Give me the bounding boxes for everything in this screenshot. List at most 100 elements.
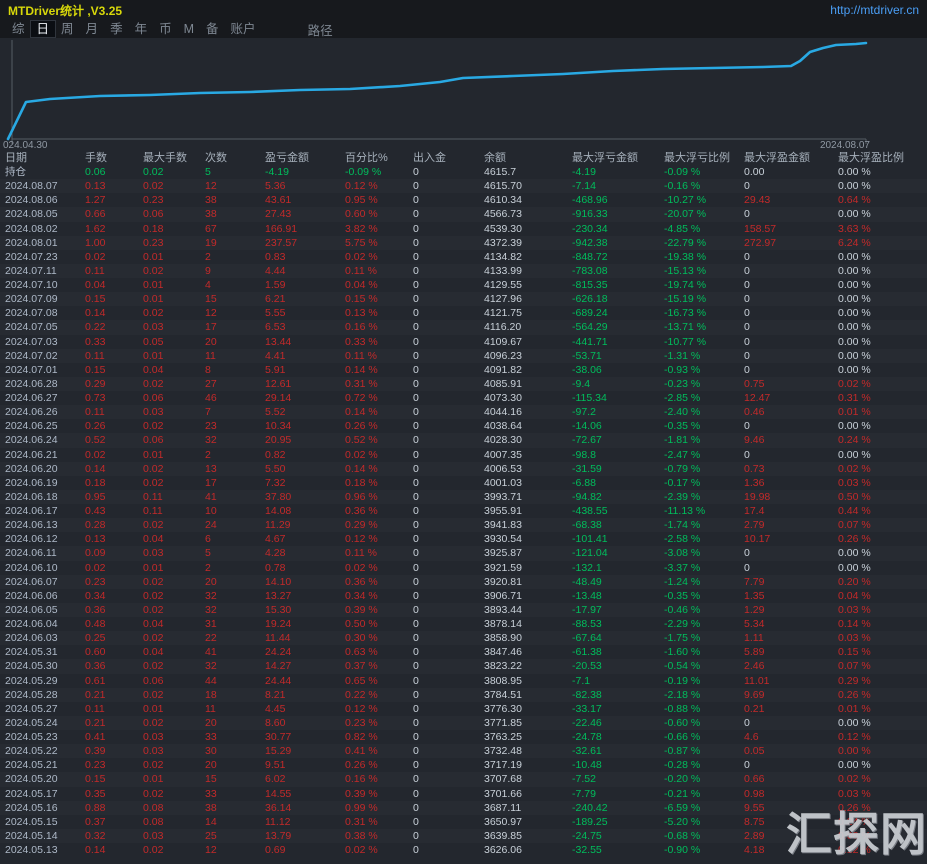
cell: 0.23: [85, 575, 106, 588]
table-row[interactable]: 2024.06.05 0.36 0.02 32 15.30 0.39 % 0 3893.44 -…: [0, 603, 927, 617]
table-row[interactable]: 2024.06.19 0.18 0.02 17 7.32 0.18 % 0 4001.03 -6…: [0, 476, 927, 490]
menu-item-日[interactable]: 日: [30, 21, 56, 37]
column-header[interactable]: 出入金: [413, 151, 484, 165]
menu-bar: 综日周月季年币 M 备账户 路径: [0, 20, 927, 38]
table-row[interactable]: 2024.06.06 0.34 0.02 32 13.27 0.34 % 0 3906.71 -…: [0, 589, 927, 603]
cell: 0.02 %: [838, 377, 871, 390]
table-row[interactable]: 2024.07.23 0.02 0.01 2 0.83 0.02 % 0 4134.82 -84…: [0, 250, 927, 264]
table-row[interactable]: 2024.07.02 0.11 0.01 11 4.41 0.11 % 0 4096.23 -5…: [0, 349, 927, 363]
column-header[interactable]: 日期: [5, 151, 85, 165]
table-row[interactable]: 2024.06.11 0.09 0.03 5 4.28 0.11 % 0 3925.87 -12…: [0, 546, 927, 560]
site-url-link[interactable]: http://mtdriver.cn: [830, 3, 919, 17]
cell: 0: [413, 688, 419, 701]
table-row[interactable]: 2024.06.13 0.28 0.02 24 11.29 0.29 % 0 3941.83 -…: [0, 518, 927, 532]
table-row[interactable]: 2024.05.22 0.39 0.03 30 15.29 0.41 % 0 3732.48 -…: [0, 744, 927, 758]
table-row[interactable]: 2024.05.17 0.35 0.02 33 14.55 0.39 % 0 3701.66 -…: [0, 787, 927, 801]
table-row[interactable]: 2024.05.13 0.14 0.02 12 0.69 0.02 % 0 3626.06 -3…: [0, 843, 927, 857]
column-header[interactable]: 盈亏金额: [265, 151, 345, 165]
cell: 0: [413, 392, 419, 404]
cell: 33: [205, 787, 217, 800]
menu-item-M[interactable]: M: [178, 21, 200, 37]
cell: 20: [205, 759, 217, 772]
column-header[interactable]: 余额: [484, 151, 572, 165]
cell: 1.11: [744, 632, 764, 645]
cell: 4091.82: [484, 363, 522, 376]
table-row[interactable]: 2024.06.18 0.95 0.11 41 37.80 0.96 % 0 3993.71 -…: [0, 490, 927, 504]
table-row[interactable]: 2024.05.24 0.21 0.02 20 8.60 0.23 % 0 3771.85 -2…: [0, 716, 927, 730]
cell: -97.2: [572, 406, 596, 419]
cell: 22: [205, 632, 217, 645]
cell: -68.38: [572, 519, 602, 532]
table-row[interactable]: 2024.06.24 0.52 0.06 32 20.95 0.52 % 0 4028.30 -…: [0, 433, 927, 447]
table-row[interactable]: 2024.05.15 0.37 0.08 14 11.12 0.31 % 0 3650.97 -…: [0, 815, 927, 829]
table-row[interactable]: 2024.06.20 0.14 0.02 13 5.50 0.14 % 0 4006.53 -3…: [0, 462, 927, 476]
menu-item-币[interactable]: 币: [153, 21, 178, 37]
menu-item-周[interactable]: 周: [55, 21, 80, 37]
table-row[interactable]: 2024.07.11 0.11 0.02 9 4.44 0.11 % 0 4133.99 -78…: [0, 264, 927, 278]
table-row[interactable]: 2024.07.01 0.15 0.04 8 5.91 0.14 % 0 4091.82 -38…: [0, 363, 927, 377]
column-header[interactable]: 最大浮盈金额: [744, 151, 838, 165]
cell: 0.28: [85, 519, 106, 532]
table-row[interactable]: 2024.08.07 0.13 0.02 12 5.36 0.12 % 0 4615.70 -7…: [0, 179, 927, 193]
table-row[interactable]: 2024.06.17 0.43 0.11 10 14.08 0.36 % 0 3955.91 -…: [0, 504, 927, 518]
table-row[interactable]: 2024.06.07 0.23 0.02 20 14.10 0.36 % 0 3920.81 -…: [0, 575, 927, 589]
cell: -0.19 %: [664, 674, 701, 687]
table-row[interactable]: 2024.05.30 0.36 0.02 32 14.27 0.37 % 0 3823.22 -…: [0, 659, 927, 673]
table-row[interactable]: 2024.06.25 0.26 0.02 23 10.34 0.26 % 0 4038.64 -…: [0, 419, 927, 433]
table-row[interactable]: 2024.05.31 0.60 0.04 41 24.24 0.63 % 0 3847.46 -…: [0, 645, 927, 659]
table-row[interactable]: 2024.06.04 0.48 0.04 31 19.24 0.50 % 0 3878.14 -…: [0, 617, 927, 631]
cell: 0.39 %: [345, 603, 378, 616]
path-label[interactable]: 路径: [308, 20, 333, 39]
cell: 6: [205, 533, 211, 546]
column-header[interactable]: 百分比%: [345, 151, 413, 165]
table-row[interactable]: 2024.08.01 1.00 0.23 19 237.57 5.75 % 0 4372.39…: [0, 236, 927, 250]
column-header[interactable]: 最大浮亏金额: [572, 151, 664, 165]
table-row[interactable]: 2024.07.09 0.15 0.01 15 6.21 0.15 % 0 4127.96 -6…: [0, 292, 927, 306]
table-row[interactable]: 2024.07.08 0.14 0.02 12 5.55 0.13 % 0 4121.75 -6…: [0, 306, 927, 320]
table-row[interactable]: 持仓 0.06 0.02 5 -4.19 -0.09 % 0 4615.7 -4.19 -0.09…: [0, 165, 927, 179]
cell: 37.80: [265, 490, 292, 503]
table-row[interactable]: 2024.07.03 0.33 0.05 20 13.44 0.33 % 0 4109.67 -…: [0, 335, 927, 349]
cell: 15.29: [265, 745, 292, 758]
cell: 0.50 %: [838, 490, 871, 503]
table-row[interactable]: 2024.05.20 0.15 0.01 15 6.02 0.16 % 0 3707.68 -7…: [0, 772, 927, 786]
table-row[interactable]: 2024.06.26 0.11 0.03 7 5.52 0.14 % 0 4044.16 -97…: [0, 405, 927, 419]
menu-item-季[interactable]: 季: [104, 21, 129, 37]
cell: 0.01: [143, 702, 164, 715]
column-header[interactable]: 最大手数: [143, 151, 205, 165]
table-row[interactable]: 2024.06.27 0.73 0.06 46 29.14 0.72 % 0 4073.30 -…: [0, 391, 927, 405]
table-row[interactable]: 2024.06.28 0.29 0.02 27 12.61 0.31 % 0 4085.91 -…: [0, 377, 927, 391]
column-header[interactable]: 次数: [205, 151, 265, 165]
cell: 4007.35: [484, 448, 522, 461]
cell: 0.02: [143, 476, 164, 489]
column-header[interactable]: 最大浮盈比例: [838, 151, 927, 165]
table-row[interactable]: 2024.08.02 1.62 0.18 67 166.91 3.82 % 0 4539.30…: [0, 222, 927, 236]
column-header[interactable]: 最大浮亏比例: [664, 151, 744, 165]
table-row[interactable]: 2024.06.10 0.02 0.01 2 0.78 0.02 % 0 3921.59 -13…: [0, 561, 927, 575]
cell: 2024.05.31: [5, 646, 58, 659]
table-row[interactable]: 2024.05.14 0.32 0.03 25 13.79 0.38 % 0 3639.85 -…: [0, 829, 927, 843]
table-row[interactable]: 2024.05.29 0.61 0.06 44 24.44 0.65 % 0 3808.95 -…: [0, 674, 927, 688]
column-header[interactable]: 手数: [85, 151, 143, 165]
menu-item-年[interactable]: 年: [129, 21, 154, 37]
cell: 0.03: [143, 731, 164, 743]
table-row[interactable]: 2024.06.03 0.25 0.02 22 11.44 0.30 % 0 3858.90 -…: [0, 631, 927, 645]
menu-item-备[interactable]: 备: [200, 21, 225, 37]
table-row[interactable]: 2024.05.23 0.41 0.03 33 30.77 0.82 % 0 3763.25 -…: [0, 730, 927, 744]
cell: 3930.54: [484, 533, 522, 546]
table-row[interactable]: 2024.05.16 0.88 0.08 38 36.14 0.99 % 0 3687.11 -…: [0, 801, 927, 815]
menu-item-综[interactable]: 综: [6, 21, 31, 37]
table-row[interactable]: 2024.05.21 0.23 0.02 20 9.51 0.26 % 0 3717.19 -1…: [0, 758, 927, 772]
table-row[interactable]: 2024.05.28 0.21 0.02 18 8.21 0.22 % 0 3784.51 -8…: [0, 688, 927, 702]
menu-item-账户[interactable]: 账户: [225, 21, 262, 37]
table-row[interactable]: 2024.08.06 1.27 0.23 38 43.61 0.95 % 0 4610.34 -…: [0, 193, 927, 207]
table-row[interactable]: 2024.05.27 0.11 0.01 11 4.45 0.12 % 0 3776.30 -3…: [0, 702, 927, 716]
table-row[interactable]: 2024.07.05 0.22 0.03 17 6.53 0.16 % 0 4116.20 -5…: [0, 320, 927, 334]
table-row[interactable]: 2024.06.21 0.02 0.01 2 0.82 0.02 % 0 4007.35 -98…: [0, 448, 927, 462]
x-axis-start-label: 024.04.30: [3, 140, 48, 151]
menu-item-月[interactable]: 月: [80, 21, 105, 37]
cell: 0: [413, 377, 419, 390]
table-row[interactable]: 2024.07.10 0.04 0.01 4 1.59 0.04 % 0 4129.55 -81…: [0, 278, 927, 292]
table-row[interactable]: 2024.08.05 0.66 0.06 38 27.43 0.60 % 0 4566.73 -…: [0, 207, 927, 221]
table-row[interactable]: 2024.06.12 0.13 0.04 6 4.67 0.12 % 0 3930.54 -10…: [0, 532, 927, 546]
